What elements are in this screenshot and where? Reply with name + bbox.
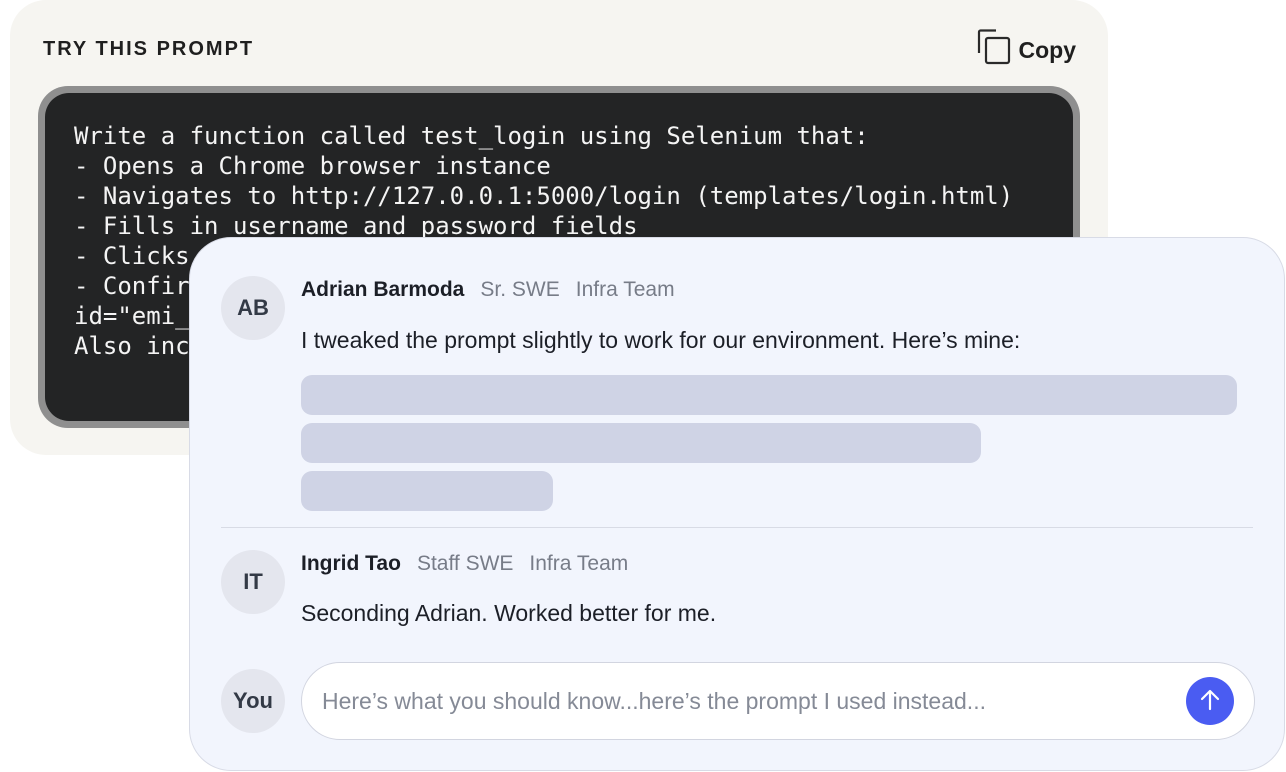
author-title: Staff SWE	[416, 552, 514, 575]
avatar-you: You	[221, 669, 285, 733]
arrow-up-icon	[1199, 688, 1221, 715]
copy-button-label: Copy	[1018, 36, 1077, 63]
send-button[interactable]	[1186, 677, 1234, 725]
prompt-card-heading: TRY THIS PROMPT	[43, 38, 255, 60]
code-line: - Opens a Chrome browser instance	[74, 152, 551, 180]
avatar-ingrid: IT	[221, 550, 285, 614]
author-name: Ingrid Tao	[301, 552, 401, 575]
avatar-adrian: AB	[221, 276, 285, 340]
author-title: Sr. SWE	[480, 278, 560, 301]
author-team: Infra Team	[575, 278, 675, 301]
comment-text: Seconding Adrian. Worked better for me.	[301, 600, 717, 626]
code-line: - Navigates to http://127.0.0.1:5000/log…	[74, 182, 1014, 210]
reply-input[interactable]	[301, 662, 1255, 740]
skeleton-line	[301, 471, 553, 511]
skeleton-line	[301, 423, 981, 463]
comment-text: I tweaked the prompt slightly to work fo…	[301, 327, 1021, 353]
comment-meta: Ingrid Tao Staff SWE Infra Team	[301, 552, 628, 576]
comments-panel: AB Adrian Barmoda Sr. SWE Infra Team I t…	[189, 237, 1285, 771]
copy-icon	[977, 29, 1011, 71]
code-line: Write a function called test_login using…	[74, 122, 869, 150]
comment-divider	[221, 527, 1253, 528]
author-name: Adrian Barmoda	[301, 278, 465, 301]
comment-meta: Adrian Barmoda Sr. SWE Infra Team	[301, 278, 675, 302]
author-team: Infra Team	[529, 552, 629, 575]
copy-button[interactable]: Copy	[977, 29, 1077, 71]
skeleton-line	[301, 375, 1237, 415]
